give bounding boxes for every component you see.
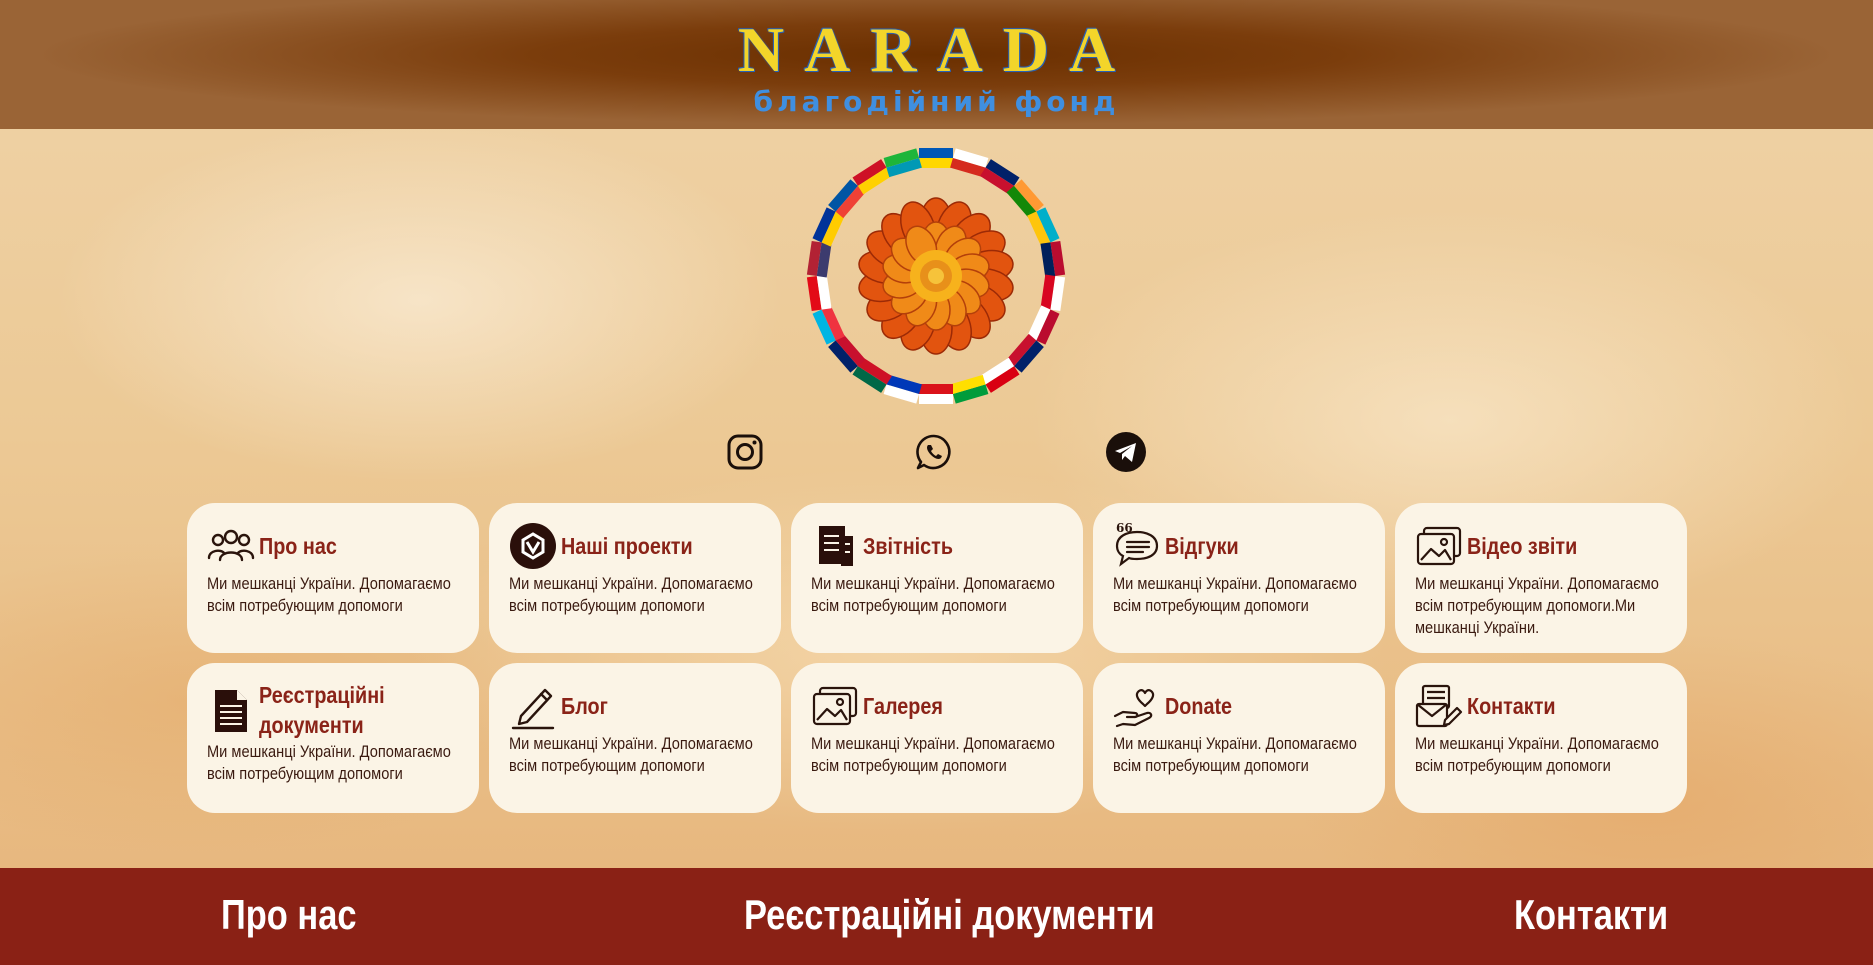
instagram-icon[interactable] (723, 430, 767, 474)
card-gallery[interactable]: Галерея Ми мешканці України. Допомагаємо… (791, 663, 1083, 813)
reviews-icon: 66 (1113, 521, 1165, 571)
card-description: Ми мешканці України. Допомагаємо всім по… (207, 742, 451, 783)
card-description: Ми мешканці України. Допомагаємо всім по… (509, 574, 753, 615)
brand-tagline: благодійний фонд (753, 85, 1120, 118)
card-description: Ми мешканці України. Допомагаємо всім по… (207, 574, 451, 615)
card-title: Контакти (1467, 693, 1556, 719)
card-title: Про нас (259, 533, 337, 559)
pen-icon (509, 681, 561, 731)
card-title: Наші проекти (561, 533, 693, 559)
site-footer: Про нас Реєстраційні документи Контакти (0, 868, 1873, 965)
projects-icon (509, 521, 561, 571)
card-description: Ми мешканці України. Допомагаємо всім по… (811, 734, 1055, 775)
footer-link-about[interactable]: Про нас (221, 890, 357, 940)
card-title: Блог (561, 693, 608, 719)
card-donate[interactable]: Donate Ми мешканці України. Допомагаємо … (1093, 663, 1385, 813)
flag (806, 240, 832, 278)
donate-hand-heart-icon (1113, 681, 1165, 731)
people-icon (207, 521, 259, 571)
report-icon (811, 521, 863, 571)
card-title: Реєстраційні документи (259, 682, 385, 738)
marigold-flower (858, 197, 1014, 355)
card-title: Відгуки (1165, 533, 1239, 559)
card-video-reports[interactable]: Відео звіти Ми мешканці України. Допомаг… (1395, 503, 1687, 653)
brand-title[interactable]: NARADA (0, 10, 1873, 90)
card-blog[interactable]: Блог Ми мешканці України. Допомагаємо вс… (489, 663, 781, 813)
video-report-icon (1415, 521, 1467, 571)
telegram-icon[interactable] (1104, 430, 1148, 474)
card-description: Ми мешканці України. Допомагаємо всім по… (1415, 574, 1659, 637)
card-projects[interactable]: Наші проекти Ми мешканці України. Допома… (489, 503, 781, 653)
card-title: Звітність (863, 533, 954, 559)
card-about[interactable]: Про нас Ми мешканці України. Допомагаємо… (187, 503, 479, 653)
card-title: Відео звіти (1467, 533, 1578, 559)
footer-link-registration-docs[interactable]: Реєстраційні документи (744, 890, 1155, 940)
card-title: Donate (1165, 693, 1233, 719)
flag (1040, 240, 1066, 278)
svg-text:66: 66 (1116, 522, 1133, 535)
flag (950, 374, 989, 404)
card-contacts[interactable]: Контакти Ми мешканці України. Допомагаєм… (1395, 663, 1687, 813)
flag (806, 274, 832, 312)
document-icon (207, 685, 259, 735)
flag (919, 384, 953, 404)
card-registration-docs[interactable]: Реєстраційні документи Ми мешканці Украї… (187, 663, 479, 813)
card-description: Ми мешканці України. Допомагаємо всім по… (1415, 734, 1659, 775)
card-title: Галерея (863, 693, 943, 719)
flag (919, 148, 953, 168)
logo-graphic (806, 148, 1066, 404)
footer-link-contacts[interactable]: Контакти (1514, 890, 1668, 940)
card-description: Ми мешканці України. Допомагаємо всім по… (811, 574, 1055, 615)
gallery-icon (811, 681, 863, 731)
card-reviews[interactable]: 66 Відгуки Ми мешканці України. Допомага… (1093, 503, 1385, 653)
flag (1040, 274, 1066, 312)
whatsapp-icon[interactable] (912, 430, 956, 474)
site-header: NARADA благодійний фонд (0, 0, 1873, 129)
flag (883, 148, 922, 178)
card-description: Ми мешканці України. Допомагаємо всім по… (1113, 734, 1357, 775)
marigold-flag-wreath-logo[interactable] (800, 140, 1072, 412)
card-description: Ми мешканці України. Допомагаємо всім по… (1113, 574, 1357, 615)
card-description: Ми мешканці України. Допомагаємо всім по… (509, 734, 753, 775)
contacts-icon (1415, 681, 1467, 731)
card-reports[interactable]: Звітність Ми мешканці України. Допомагає… (791, 503, 1083, 653)
